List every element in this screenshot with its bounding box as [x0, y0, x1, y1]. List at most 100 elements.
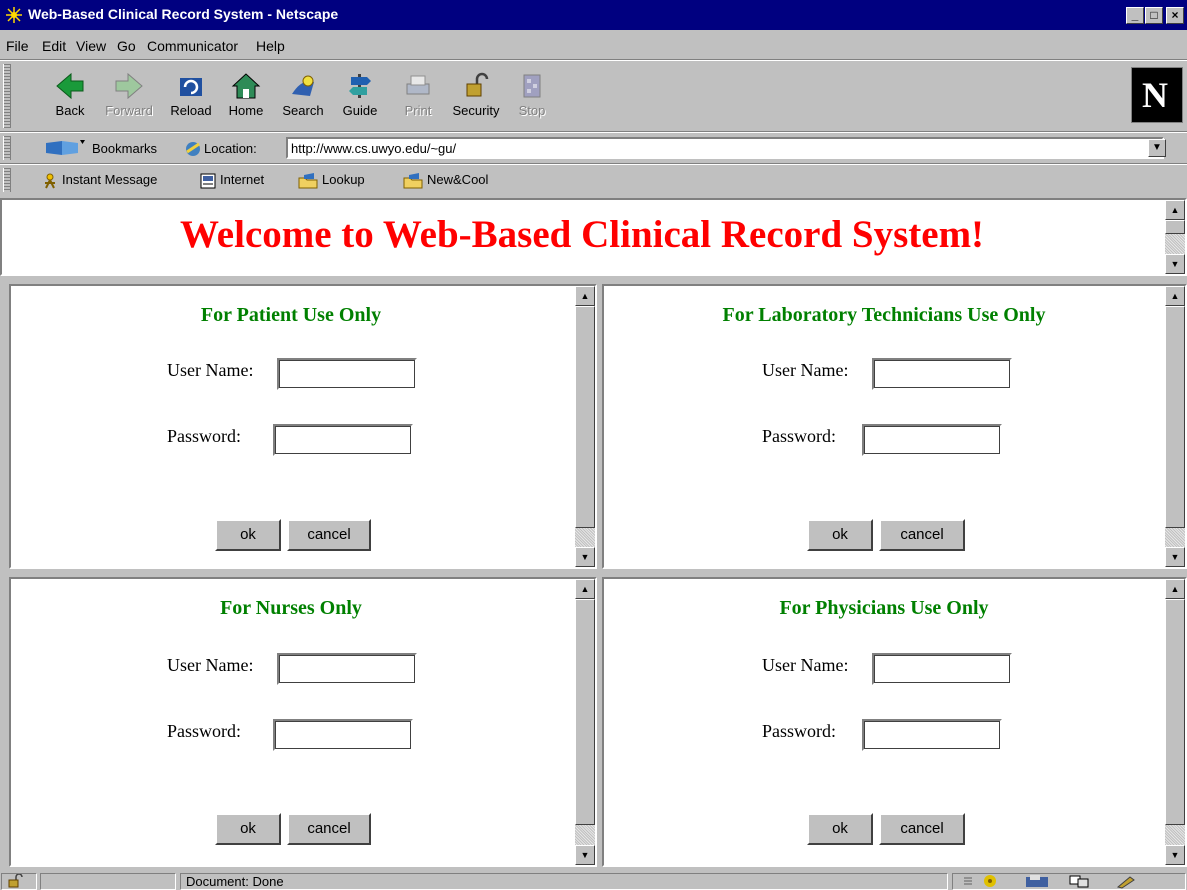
panel-scrollbar[interactable]: ▲ ▼ [575, 286, 595, 567]
navigation-toolbar: Back Forward Reload Home Search Guide Pr… [0, 62, 1187, 132]
internet-label: Internet [220, 172, 265, 187]
navigator-icon[interactable] [984, 875, 996, 887]
menu-edit[interactable]: Edit [42, 38, 66, 54]
security-button[interactable]: Security [446, 68, 506, 126]
menu-help[interactable]: Help [256, 38, 285, 54]
component-bar [952, 873, 1186, 890]
personal-item-instant-message[interactable]: Instant Message [42, 172, 157, 189]
close-button[interactable]: × [1166, 7, 1184, 24]
scroll-up-arrow-icon[interactable]: ▲ [1165, 579, 1185, 599]
stop-icon [523, 74, 541, 98]
cancel-button[interactable]: cancel [287, 519, 371, 551]
internet-icon [200, 173, 216, 189]
scroll-up-arrow-icon[interactable]: ▲ [575, 286, 595, 306]
scroll-up-arrow-icon[interactable]: ▲ [1165, 200, 1185, 220]
personal-item-lookup[interactable]: Lookup [298, 172, 365, 189]
print-button[interactable]: Print [388, 68, 448, 126]
scroll-down-arrow-icon[interactable]: ▼ [575, 547, 595, 567]
username-input[interactable] [277, 358, 417, 390]
scroll-up-arrow-icon[interactable]: ▲ [575, 579, 595, 599]
page-proxy-icon[interactable] [184, 140, 202, 158]
location-url-field[interactable]: http://www.cs.uwyo.edu/~gu/ [286, 137, 1164, 159]
welcome-heading: Welcome to Web-Based Clinical Record Sys… [179, 213, 985, 256]
window-title-bar: Web-Based Clinical Record System - Netsc… [0, 0, 1187, 30]
print-icon [406, 75, 430, 95]
panel-scrollbar[interactable]: ▲ ▼ [1165, 579, 1185, 865]
reload-button[interactable]: Reload [161, 68, 221, 126]
ok-button[interactable]: ok [215, 813, 281, 845]
scroll-down-arrow-icon[interactable]: ▼ [575, 845, 595, 865]
scroll-thumb[interactable] [1165, 306, 1185, 528]
guide-button[interactable]: Guide [330, 68, 390, 126]
scroll-down-arrow-icon[interactable]: ▼ [1165, 845, 1185, 865]
nurse-login-frame: For Nurses Only User Name: Password: ok … [9, 577, 597, 867]
netscape-app-icon[interactable] [4, 6, 24, 24]
password-input[interactable] [273, 719, 413, 751]
bookmarks-icon[interactable] [44, 139, 86, 157]
scroll-thumb[interactable] [1165, 599, 1185, 825]
username-label: User Name: [762, 360, 849, 380]
password-label: Password: [762, 426, 837, 446]
url-dropdown-arrow-icon[interactable]: ▼ [1148, 139, 1166, 157]
scroll-down-arrow-icon[interactable]: ▼ [1165, 254, 1185, 274]
cancel-button[interactable]: cancel [879, 519, 965, 551]
menu-go[interactable]: Go [117, 38, 136, 54]
password-input[interactable] [862, 719, 1002, 751]
home-button[interactable]: Home [216, 68, 276, 126]
padlock-icon [466, 72, 489, 97]
toolbar-grip[interactable] [3, 168, 11, 192]
password-input[interactable] [862, 424, 1002, 456]
username-input[interactable] [277, 653, 417, 685]
menu-file[interactable]: File [6, 38, 29, 54]
toolbar-grip[interactable] [3, 136, 11, 160]
scroll-thumb[interactable] [575, 306, 595, 528]
scroll-up-arrow-icon[interactable]: ▲ [1165, 286, 1185, 306]
menu-view[interactable]: View [76, 38, 106, 54]
stop-button[interactable]: Stop [502, 68, 562, 126]
cancel-button[interactable]: cancel [879, 813, 965, 845]
location-label: Location: [204, 141, 257, 156]
padlock-icon [8, 873, 23, 888]
instant-message-label: Instant Message [62, 172, 158, 187]
instant-message-icon [45, 173, 55, 189]
password-input[interactable] [273, 424, 413, 456]
minimize-button[interactable]: _ [1126, 7, 1144, 24]
folder-icon [298, 172, 318, 189]
search-button[interactable]: Search [273, 68, 333, 126]
panel-scrollbar[interactable]: ▲ ▼ [1165, 286, 1185, 567]
username-label: User Name: [167, 360, 254, 380]
scroll-down-arrow-icon[interactable]: ▼ [1165, 547, 1185, 567]
scroll-thumb[interactable] [1165, 220, 1185, 234]
ok-button[interactable]: ok [807, 813, 873, 845]
discussion-icon[interactable] [1069, 875, 1089, 888]
personal-item-internet[interactable]: Internet [200, 172, 264, 189]
back-button[interactable]: Back [40, 68, 100, 126]
username-input[interactable] [872, 358, 1012, 390]
netscape-logo[interactable]: N [1131, 67, 1183, 123]
mail-icon[interactable] [1026, 875, 1048, 887]
new-and-cool-label: New&Cool [427, 172, 489, 187]
personal-item-new-and-cool[interactable]: New&Cool [403, 172, 488, 189]
header-scrollbar[interactable]: ▲ ▼ [1165, 200, 1185, 274]
physician-login-frame: For Physicians Use Only User Name: Passw… [602, 577, 1187, 867]
toolbar-grip[interactable] [3, 64, 11, 128]
forward-button[interactable]: Forward [99, 68, 159, 126]
panel-scrollbar[interactable]: ▲ ▼ [575, 579, 595, 865]
username-input[interactable] [872, 653, 1012, 685]
scroll-thumb[interactable] [575, 599, 595, 825]
menu-communicator[interactable]: Communicator [147, 38, 238, 54]
cancel-button[interactable]: cancel [287, 813, 371, 845]
maximize-button[interactable]: □ [1145, 7, 1163, 24]
composer-icon[interactable] [1116, 876, 1135, 889]
status-text: Document: Done [180, 873, 948, 890]
folder-icon [403, 172, 423, 189]
list-icon[interactable] [964, 877, 972, 885]
divider [0, 163, 1187, 165]
ok-button[interactable]: ok [215, 519, 281, 551]
bookmarks-label[interactable]: Bookmarks [92, 141, 157, 156]
security-status-cell[interactable] [1, 873, 37, 890]
panel-title: For Laboratory Technicians Use Only [722, 304, 1046, 326]
ok-button[interactable]: ok [807, 519, 873, 551]
security-label: Security [452, 103, 500, 118]
netscape-logo-letter: N [1142, 75, 1168, 115]
